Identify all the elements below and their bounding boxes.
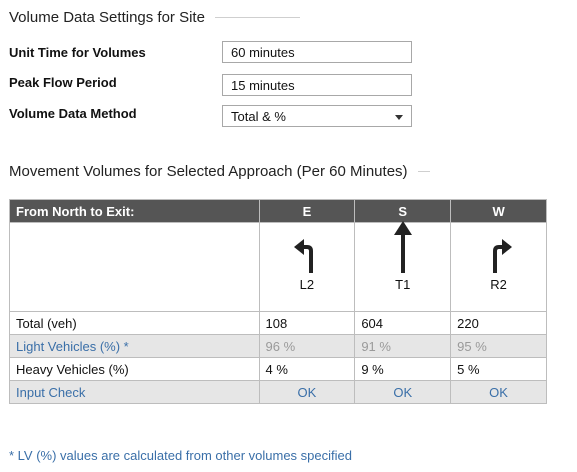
lv-footnote: * LV (%) values are calculated from othe… bbox=[9, 448, 352, 463]
chevron-down-icon[interactable] bbox=[395, 115, 403, 120]
movement-volumes-title: Movement Volumes for Selected Approach (… bbox=[9, 163, 430, 180]
movement-arrows-row: L2 T1 R2 bbox=[9, 221, 547, 312]
total-row: Total (veh) 108 604 220 bbox=[9, 311, 547, 335]
volume-settings-title-text: Volume Data Settings for Site bbox=[9, 9, 205, 26]
hv-input-w[interactable]: 5 % bbox=[450, 357, 547, 381]
header-from-label: From North to Exit: bbox=[9, 199, 260, 223]
table-header-row: From North to Exit: E S W bbox=[9, 199, 547, 223]
peak-flow-field[interactable]: 15 minutes bbox=[222, 74, 412, 96]
total-label: Total (veh) bbox=[9, 311, 260, 335]
input-check-e: OK bbox=[258, 380, 356, 404]
movement-code-t1: T1 bbox=[395, 277, 411, 292]
unit-time-label: Unit Time for Volumes bbox=[9, 45, 146, 60]
total-input-w[interactable]: 220 bbox=[450, 311, 547, 335]
unit-time-field[interactable]: 60 minutes bbox=[222, 41, 412, 63]
hv-input-s[interactable]: 9 % bbox=[354, 357, 452, 381]
heavy-vehicles-row: Heavy Vehicles (%) 4 % 9 % 5 % bbox=[9, 357, 547, 381]
straight-arrow-icon bbox=[393, 221, 412, 273]
empty-cell bbox=[9, 222, 260, 312]
peak-flow-value: 15 minutes bbox=[231, 78, 295, 93]
hv-input-e[interactable]: 4 % bbox=[258, 357, 356, 381]
volume-method-label: Volume Data Method bbox=[9, 106, 137, 121]
total-input-s[interactable]: 604 bbox=[354, 311, 452, 335]
unit-time-value: 60 minutes bbox=[231, 45, 295, 60]
header-dir-west: W bbox=[450, 199, 547, 223]
light-vehicles-row: Light Vehicles (%) * 96 % 91 % 95 % bbox=[9, 334, 547, 358]
title-divider bbox=[214, 17, 300, 18]
heavy-vehicles-label: Heavy Vehicles (%) bbox=[9, 357, 260, 381]
input-check-w: OK bbox=[450, 380, 547, 404]
input-check-label: Input Check bbox=[9, 380, 260, 404]
volume-method-value: Total & % bbox=[231, 109, 286, 124]
input-check-row: Input Check OK OK OK bbox=[9, 380, 547, 404]
header-dir-south: S bbox=[354, 199, 452, 223]
title-divider bbox=[417, 171, 430, 172]
movement-code-r2: R2 bbox=[490, 277, 507, 292]
volume-settings-title: Volume Data Settings for Site bbox=[9, 9, 300, 26]
turn-left-arrow-icon bbox=[293, 239, 313, 273]
lv-value-s: 91 % bbox=[354, 334, 452, 358]
input-check-s: OK bbox=[354, 380, 452, 404]
total-input-e[interactable]: 108 bbox=[258, 311, 356, 335]
header-dir-east: E bbox=[258, 199, 356, 223]
movement-cell-l2: L2 bbox=[258, 222, 356, 312]
movement-cell-t1: T1 bbox=[354, 221, 452, 312]
turn-right-arrow-icon bbox=[492, 239, 512, 273]
volume-method-select[interactable]: Total & % bbox=[222, 105, 412, 127]
movement-cell-r2: R2 bbox=[450, 222, 547, 312]
movement-volumes-title-text: Movement Volumes for Selected Approach (… bbox=[9, 163, 408, 180]
lv-value-w: 95 % bbox=[450, 334, 547, 358]
peak-flow-label: Peak Flow Period bbox=[9, 75, 117, 90]
light-vehicles-label: Light Vehicles (%) * bbox=[9, 334, 260, 358]
lv-value-e: 96 % bbox=[258, 334, 356, 358]
movement-volumes-table: From North to Exit: E S W L2 T1 R2 Total… bbox=[9, 199, 547, 404]
movement-code-l2: L2 bbox=[299, 277, 315, 292]
